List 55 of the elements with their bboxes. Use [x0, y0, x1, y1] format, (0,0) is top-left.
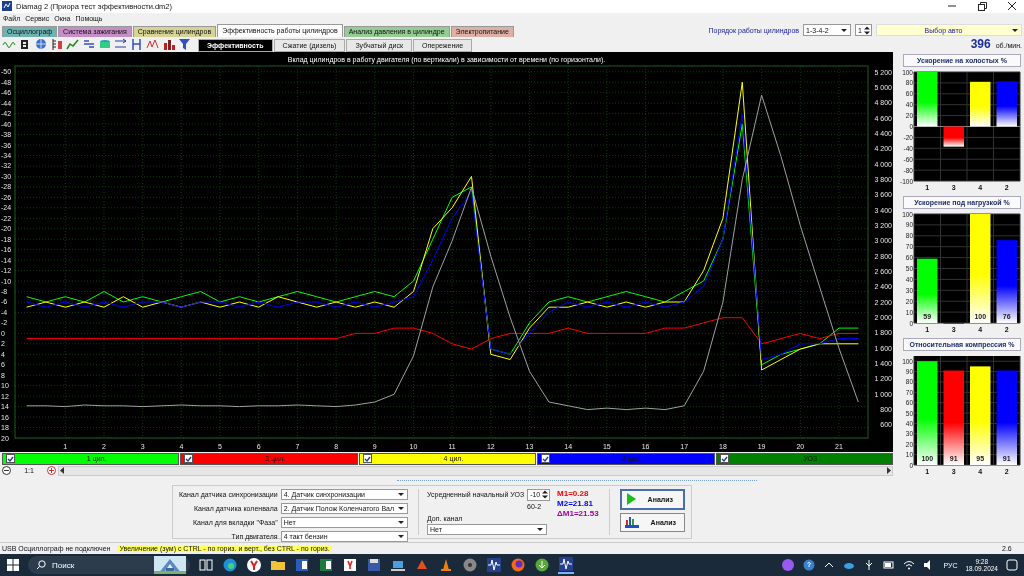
browser-icon[interactable] [342, 557, 358, 574]
scrollbar[interactable] [58, 465, 893, 476]
checkbox[interactable] [362, 454, 372, 464]
pulse-icon[interactable] [146, 37, 160, 51]
browser-icon[interactable] [246, 557, 262, 574]
waveform-app-icon[interactable] [558, 556, 574, 575]
task-view-icon[interactable] [198, 557, 214, 574]
floppy-icon[interactable] [366, 557, 382, 574]
spinner-arrows-icon [542, 490, 549, 500]
notification-icon[interactable] [1006, 559, 1018, 572]
caret-icon [1011, 27, 1019, 33]
cylinder-icon[interactable] [98, 37, 112, 51]
globe-icon[interactable] [34, 37, 48, 51]
chart-icon [624, 516, 639, 529]
marker-value: M1=0.28 [557, 488, 590, 498]
rpm-value: 396 [970, 37, 991, 52]
browser-icon[interactable] [222, 557, 238, 574]
help-icon[interactable] [803, 559, 816, 572]
arrows-icon[interactable] [114, 37, 128, 51]
battery-icon[interactable] [883, 559, 896, 572]
waveform-app-icon[interactable] [486, 557, 502, 574]
document-icon[interactable] [294, 557, 310, 574]
close-icon[interactable] [1006, 1, 1018, 12]
check-icon [542, 455, 550, 462]
assistant-icon[interactable] [781, 558, 796, 573]
scale-icon[interactable] [50, 37, 64, 51]
caret-icon [536, 526, 545, 532]
disc-icon[interactable] [462, 557, 478, 574]
markers-icon[interactable] [130, 37, 144, 51]
checkbox[interactable] [184, 454, 194, 464]
play-icon [625, 493, 636, 506]
marker-value: M2=21.81 [557, 498, 594, 508]
checkbox[interactable] [541, 454, 551, 464]
scroll-right-icon[interactable] [886, 467, 892, 475]
check-icon [720, 455, 728, 462]
line-chart-icon[interactable] [66, 37, 80, 51]
zoom-out-icon[interactable] [2, 466, 11, 476]
torrent-icon[interactable] [534, 557, 550, 574]
zoom-in-icon[interactable] [47, 466, 56, 476]
search-field[interactable]: Поиск [28, 556, 190, 575]
search-icon [36, 560, 46, 571]
spreadsheet-icon[interactable] [318, 557, 334, 574]
spinner-arrows-icon [864, 25, 870, 35]
marker-value: ΔM1=21.53 [557, 508, 599, 518]
restore-icon[interactable] [976, 1, 988, 12]
caret-icon [840, 27, 849, 33]
check-icon [363, 455, 371, 462]
bar-chart-icon[interactable] [162, 37, 176, 51]
wifi-icon[interactable] [903, 559, 916, 572]
checkbox[interactable] [719, 454, 729, 464]
checkbox[interactable] [6, 454, 15, 464]
scroll-left-icon[interactable] [59, 467, 65, 475]
check-icon [185, 455, 193, 462]
windows-icon[interactable] [6, 558, 20, 573]
check-icon [7, 455, 14, 462]
